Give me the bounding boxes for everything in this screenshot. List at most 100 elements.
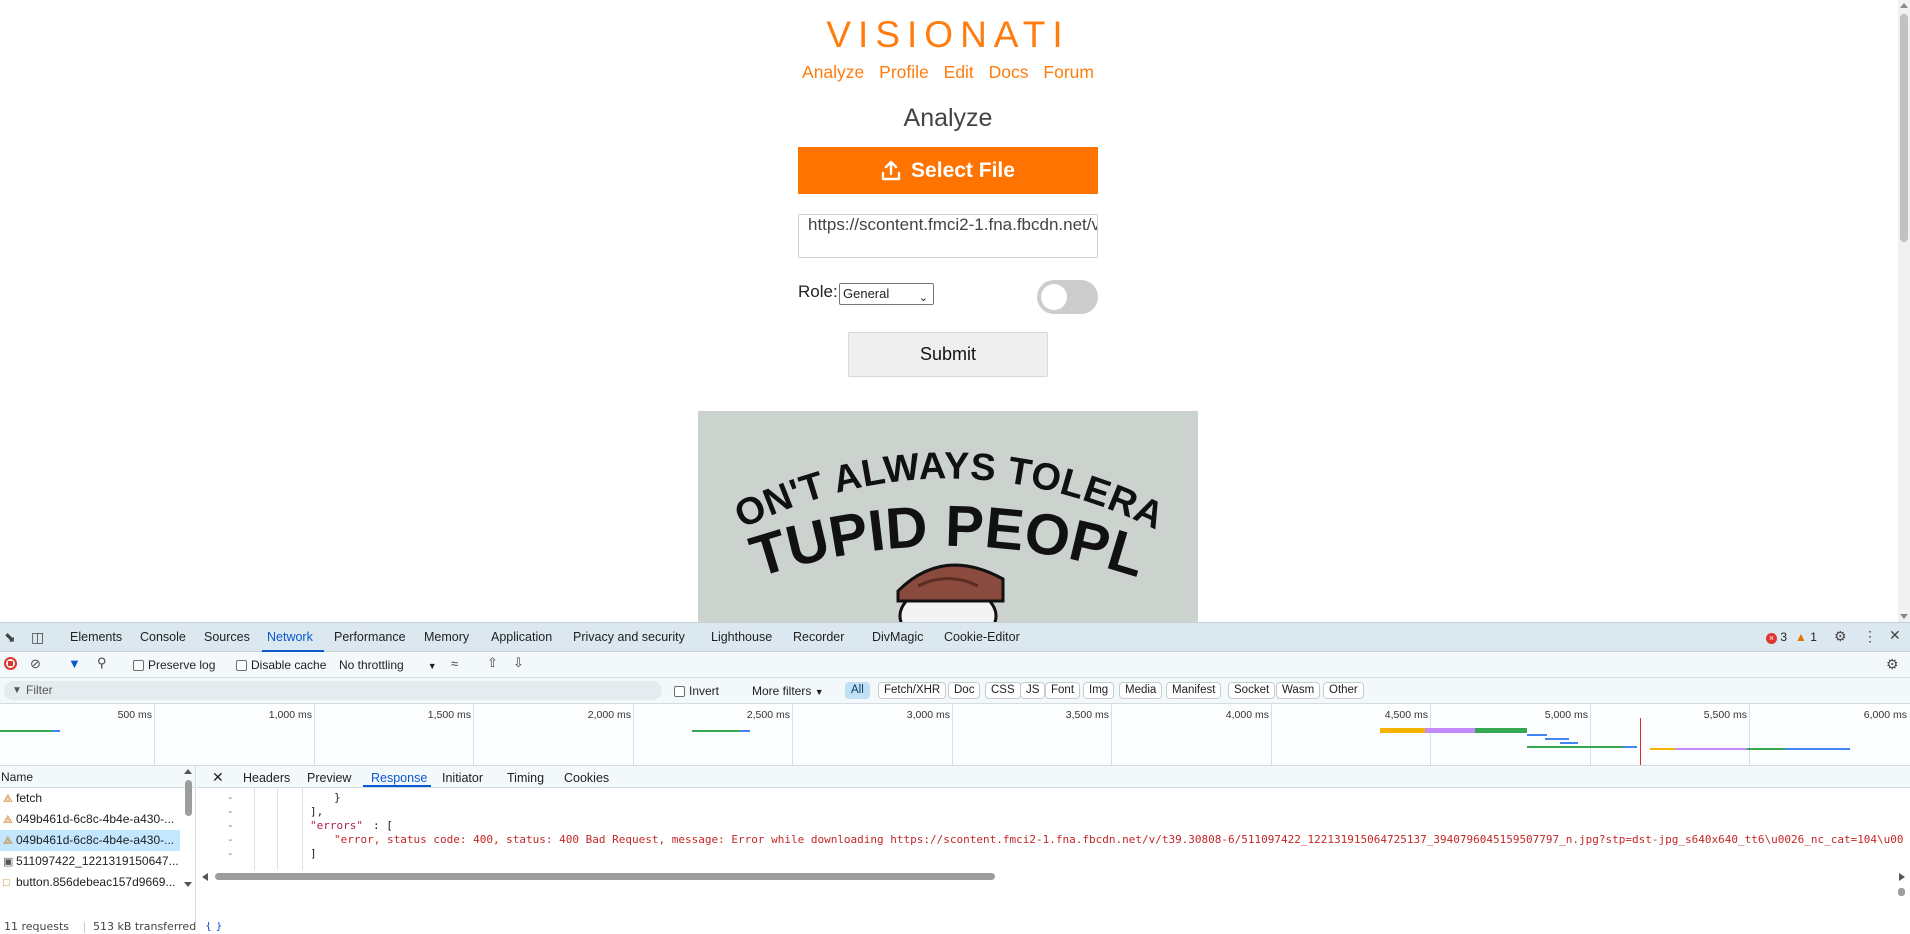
throttling-select[interactable]: No throttling ▼ <box>339 658 437 672</box>
type-filter-all[interactable]: All <box>845 682 870 699</box>
request-name: 511097422_1221319150647... <box>16 854 179 868</box>
tab-performance[interactable]: Performance <box>334 630 406 644</box>
invert-checkbox[interactable]: Invert <box>674 684 719 698</box>
fetch-icon: ⟁ <box>3 835 13 847</box>
request-list-header[interactable]: Name <box>0 766 195 788</box>
type-filter-js[interactable]: JS <box>1020 682 1046 699</box>
type-filter-css[interactable]: CSS <box>985 682 1021 699</box>
tab-divmagic[interactable]: DivMagic <box>872 630 923 644</box>
nav-profile[interactable]: Profile <box>879 62 929 82</box>
response-body[interactable]: - } - ], - "errors" : [ - "error, status… <box>197 788 1910 870</box>
type-filter-fetch-xhr[interactable]: Fetch/XHR <box>878 682 947 699</box>
tab-application[interactable]: Application <box>491 630 552 644</box>
type-filter-manifest[interactable]: Manifest <box>1166 682 1222 699</box>
inspect-element-icon[interactable]: ⬊ <box>4 629 16 646</box>
error-counter[interactable]: × 3 <box>1766 630 1787 644</box>
scroll-left-arrow[interactable] <box>202 873 208 881</box>
tab-cookie-editor[interactable]: Cookie-Editor <box>944 630 1020 644</box>
image-url-input[interactable]: https://scontent.fmci2-1.fna.fbcdn.net/v… <box>798 214 1098 258</box>
devtools-panel: ⬊ ◫ Elements Console Sources Network Per… <box>0 622 1910 934</box>
tab-timing[interactable]: Timing <box>507 771 544 785</box>
timeline-label: 2,500 ms <box>746 709 790 721</box>
warning-counter[interactable]: ▲ 1 <box>1795 630 1817 644</box>
request-row[interactable]: ⟁ fetch <box>0 788 180 809</box>
request-row[interactable]: □ button.856debeac157d9669... <box>0 872 180 893</box>
tab-preview[interactable]: Preview <box>307 771 351 785</box>
filter-funnel-icon[interactable]: ▼ <box>68 656 81 671</box>
import-har-icon[interactable]: ⇧ <box>487 655 498 671</box>
response-hscrollbar[interactable] <box>197 870 1910 883</box>
tab-sources[interactable]: Sources <box>204 630 250 644</box>
tab-initiator[interactable]: Initiator <box>442 771 483 785</box>
more-filters-label: More filters <box>752 684 812 698</box>
tab-elements[interactable]: Elements <box>70 630 122 644</box>
diff-marker: - <box>227 791 234 804</box>
tab-network[interactable]: Network <box>267 630 313 644</box>
filter-placeholder: Filter <box>26 683 53 697</box>
filter-input[interactable]: ▼ Filter <box>4 681 662 700</box>
timeline-bar <box>1380 728 1425 733</box>
request-list-scrollbar[interactable] <box>182 766 195 934</box>
site-logo[interactable]: VISIONATI <box>0 14 1896 56</box>
export-har-icon[interactable]: ⇩ <box>513 655 524 671</box>
scroll-up-arrow[interactable] <box>1900 3 1908 8</box>
device-toolbar-icon[interactable]: ◫ <box>31 629 44 646</box>
search-icon[interactable]: ⚲ <box>97 655 107 671</box>
scroll-up-arrow[interactable] <box>184 769 192 774</box>
response-vscroll-thumb[interactable] <box>1898 888 1905 896</box>
request-row[interactable]: ⟁ 049b461d-6c8c-4b4e-a430-... <box>0 809 180 830</box>
role-toggle[interactable] <box>1037 280 1098 314</box>
record-stop-icon[interactable] <box>4 657 17 670</box>
submit-button[interactable]: Submit <box>848 332 1048 377</box>
preserve-log-checkbox[interactable]: Preserve log <box>133 658 215 672</box>
type-filter-img[interactable]: Img <box>1083 682 1115 699</box>
settings-gear-icon[interactable]: ⚙ <box>1834 628 1847 645</box>
tab-lighthouse[interactable]: Lighthouse <box>711 630 772 644</box>
more-options-icon[interactable]: ⋮ <box>1863 628 1877 645</box>
request-row-selected[interactable]: ⟁ 049b461d-6c8c-4b4e-a430-... <box>0 830 180 851</box>
diff-marker: - <box>227 833 234 846</box>
tab-console[interactable]: Console <box>140 630 186 644</box>
network-conditions-icon[interactable]: ≈ <box>451 656 458 671</box>
network-overview-timeline[interactable]: 500 ms 1,000 ms 1,500 ms 2,000 ms 2,500 … <box>0 704 1910 766</box>
nav-analyze[interactable]: Analyze <box>802 62 864 82</box>
type-filter-media[interactable]: Media <box>1119 682 1163 699</box>
tab-privacy-security[interactable]: Privacy and security <box>573 630 685 644</box>
network-settings-icon[interactable]: ⚙ <box>1886 656 1899 673</box>
page-scroll-thumb[interactable] <box>1900 14 1908 242</box>
scroll-down-arrow[interactable] <box>184 882 192 887</box>
filter-bar: ▼ Filter Invert More filters ▼ All Fetch… <box>0 678 1910 704</box>
top-nav: Analyze Profile Edit Docs Forum <box>0 62 1896 83</box>
nav-docs[interactable]: Docs <box>989 62 1029 82</box>
nav-edit[interactable]: Edit <box>944 62 974 82</box>
request-row[interactable]: ▣ 511097422_1221319150647... <box>0 851 180 872</box>
tab-recorder[interactable]: Recorder <box>793 630 844 644</box>
role-select[interactable]: General ⌄ <box>839 283 934 305</box>
close-details-icon[interactable]: ✕ <box>212 769 224 786</box>
page-scrollbar[interactable] <box>1898 0 1910 622</box>
type-filter-socket[interactable]: Socket <box>1228 682 1276 699</box>
more-filters-dropdown[interactable]: More filters ▼ <box>752 684 824 698</box>
request-name: 049b461d-6c8c-4b4e-a430-... <box>16 812 175 826</box>
diff-marker: - <box>227 847 234 860</box>
type-filter-doc[interactable]: Doc <box>948 682 981 699</box>
nav-forum[interactable]: Forum <box>1043 62 1094 82</box>
tab-memory[interactable]: Memory <box>424 630 469 644</box>
response-vscrollbar[interactable] <box>1895 766 1908 896</box>
response-scroll-thumb[interactable] <box>215 873 995 880</box>
tab-headers[interactable]: Headers <box>243 771 290 785</box>
request-list-scroll-thumb[interactable] <box>185 780 192 816</box>
close-devtools-icon[interactable]: ✕ <box>1889 627 1901 644</box>
clear-icon[interactable]: ⊘ <box>30 656 41 672</box>
type-filter-font[interactable]: Font <box>1045 682 1081 699</box>
disable-cache-checkbox[interactable]: Disable cache <box>236 658 326 672</box>
tab-response[interactable]: Response <box>371 771 427 785</box>
type-filter-wasm[interactable]: Wasm <box>1276 682 1321 699</box>
type-filter-other[interactable]: Other <box>1323 682 1364 699</box>
preserve-log-label: Preserve log <box>148 658 216 672</box>
scroll-down-arrow[interactable] <box>1900 614 1908 619</box>
tab-cookies[interactable]: Cookies <box>564 771 609 785</box>
request-details: ✕ Headers Preview Response Initiator Tim… <box>197 766 1910 934</box>
braces-icon[interactable]: { } <box>205 922 223 932</box>
select-file-button[interactable]: Select File <box>798 147 1098 194</box>
